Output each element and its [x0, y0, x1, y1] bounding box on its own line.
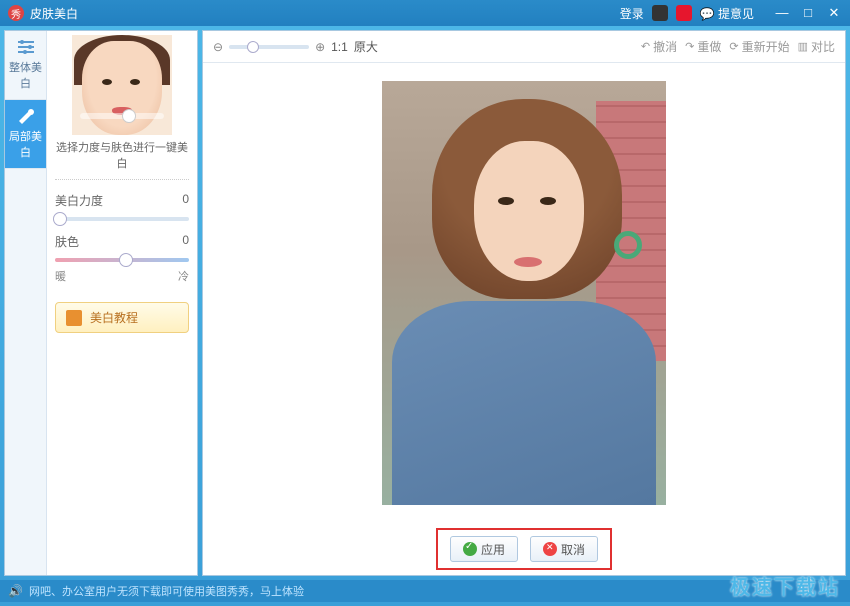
- tone-cool-label: 冷: [178, 268, 189, 284]
- tone-slider[interactable]: [55, 258, 189, 262]
- instruction-text: 选择力度与肤色进行一键美白: [55, 139, 189, 171]
- window-title: 皮肤美白: [30, 5, 620, 22]
- tab-local-whitening[interactable]: 局部美白: [5, 100, 46, 169]
- left-tabs: 整体美白 局部美白: [5, 31, 47, 575]
- left-content: 选择力度与肤色进行一键美白 美白力度 0 肤色 0: [47, 31, 197, 575]
- footer: 🔊 网吧、办公室用户无须下载即可使用美图秀秀，马上体验: [0, 580, 850, 602]
- action-bar: 应用 取消: [203, 523, 845, 575]
- strength-slider[interactable]: [55, 217, 189, 221]
- zoom-slider[interactable]: [229, 45, 309, 49]
- minimize-icon[interactable]: —: [774, 5, 790, 21]
- app-icon: 秀: [8, 5, 24, 21]
- watermark: 极速下载站: [730, 571, 840, 600]
- tone-value: 0: [182, 233, 189, 250]
- compare-button[interactable]: ▥对比: [798, 38, 835, 55]
- zoom-ratio[interactable]: 1:1: [331, 40, 348, 54]
- flashlight-icon: [16, 108, 36, 124]
- zoom-out-icon[interactable]: ⊖: [213, 40, 223, 54]
- weibo-icon[interactable]: [676, 5, 692, 21]
- strength-slider-block: 美白力度 0: [55, 192, 189, 221]
- titlebar-right: 登录 💬 提意见 — □ ✕: [620, 5, 842, 22]
- sound-icon[interactable]: 🔊: [8, 584, 23, 598]
- strength-value: 0: [182, 192, 189, 209]
- x-icon: [543, 542, 557, 556]
- feedback-link[interactable]: 💬 提意见: [700, 5, 754, 22]
- check-icon: [463, 542, 477, 556]
- left-panel: 整体美白 局部美白 选择力度与肤色进行一键美白: [4, 30, 198, 576]
- undo-icon: ↶: [641, 40, 650, 53]
- strength-label: 美白力度: [55, 192, 103, 209]
- compare-icon: ▥: [798, 40, 808, 53]
- zoom-in-icon[interactable]: ⊕: [315, 40, 325, 54]
- book-icon: [66, 310, 82, 326]
- main-container: 整体美白 局部美白 选择力度与肤色进行一键美白: [0, 26, 850, 580]
- zoom-controls: ⊖ ⊕ 1:1 原大: [213, 38, 378, 55]
- tab-overall-whitening[interactable]: 整体美白: [5, 31, 46, 100]
- apply-label: 应用: [481, 541, 505, 558]
- cancel-label: 取消: [561, 541, 585, 558]
- tone-thumb[interactable]: [119, 253, 133, 267]
- tab-label: 整体美白: [9, 62, 42, 90]
- canvas-toolbar: ⊖ ⊕ 1:1 原大 ↶撤消 ↷重做 ⟳重新开始 ▥对比: [203, 31, 845, 63]
- undo-button[interactable]: ↶撤消: [641, 38, 677, 55]
- login-link[interactable]: 登录: [620, 5, 644, 22]
- divider: [55, 179, 189, 180]
- tutorial-button[interactable]: 美白教程: [55, 302, 189, 333]
- zoom-thumb[interactable]: [247, 41, 259, 53]
- restart-button[interactable]: ⟳重新开始: [729, 38, 789, 55]
- close-icon[interactable]: ✕: [826, 5, 842, 21]
- redo-icon: ↷: [685, 40, 694, 53]
- main-photo: [382, 81, 666, 505]
- sliders-icon: [16, 39, 36, 55]
- cancel-button[interactable]: 取消: [530, 536, 598, 562]
- qq-icon[interactable]: [652, 5, 668, 21]
- tone-slider-block: 肤色 0 暖 冷: [55, 233, 189, 284]
- tone-label: 肤色: [55, 233, 79, 250]
- tone-warm-label: 暖: [55, 268, 66, 284]
- canvas-area: ⊖ ⊕ 1:1 原大 ↶撤消 ↷重做 ⟳重新开始 ▥对比: [202, 30, 846, 576]
- preview-thumbnail: [72, 35, 172, 135]
- restart-icon: ⟳: [729, 40, 738, 53]
- titlebar: 秀 皮肤美白 登录 💬 提意见 — □ ✕: [0, 0, 850, 26]
- tutorial-label: 美白教程: [90, 309, 138, 326]
- action-highlight-box: 应用 取消: [436, 528, 612, 570]
- maximize-icon[interactable]: □: [800, 5, 816, 21]
- footer-message[interactable]: 网吧、办公室用户无须下载即可使用美图秀秀，马上体验: [29, 583, 304, 599]
- preview-slider[interactable]: [80, 113, 164, 119]
- apply-button[interactable]: 应用: [450, 536, 518, 562]
- strength-thumb[interactable]: [53, 212, 67, 226]
- zoom-original[interactable]: 原大: [354, 38, 378, 55]
- canvas-viewport[interactable]: [203, 63, 845, 523]
- redo-button[interactable]: ↷重做: [685, 38, 721, 55]
- tab-label: 局部美白: [9, 131, 42, 159]
